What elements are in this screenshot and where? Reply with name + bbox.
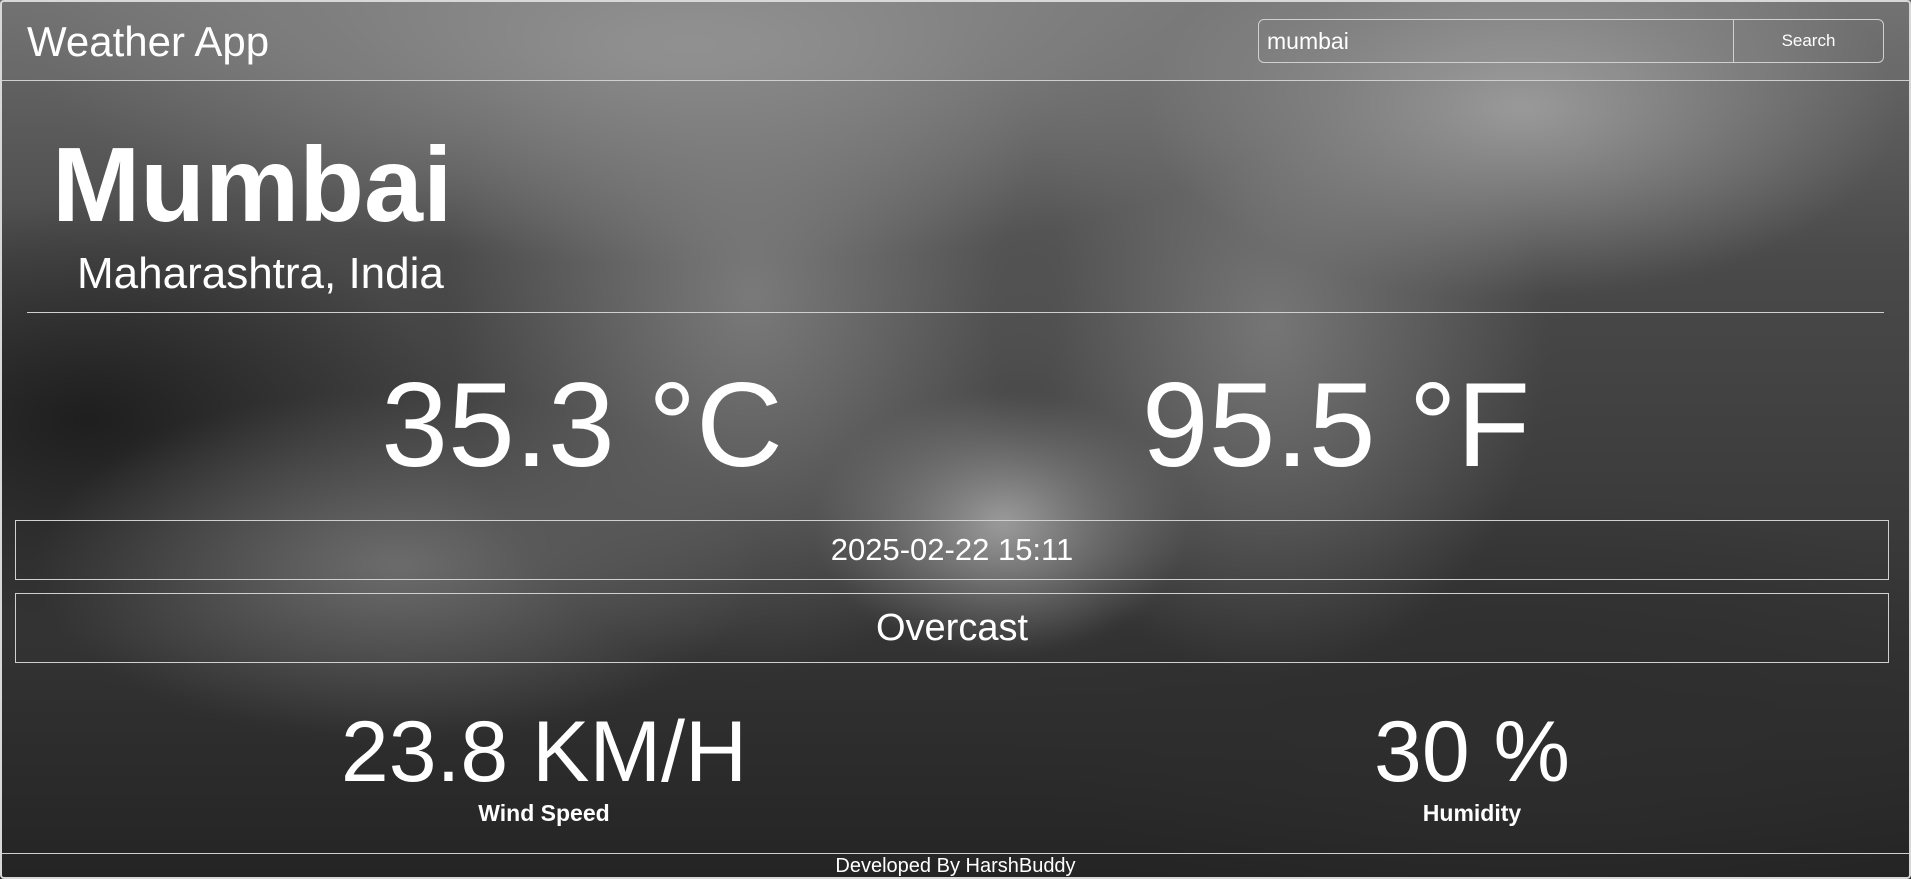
region-name: Maharashtra, India [77,249,444,298]
app-title: Weather App [27,18,270,65]
search-button[interactable]: Search [1734,20,1883,62]
app-header: Weather App Search [2,2,1909,81]
weather-condition: Overcast [15,593,1889,663]
temperature-celsius: 35.3 °C [381,358,783,492]
search-input[interactable] [1259,20,1734,62]
footer-credit: Developed By HarshBuddy [2,853,1909,878]
divider [27,312,1884,313]
local-datetime: 2025-02-22 15:11 [15,520,1889,580]
city-name: Mumbai [52,126,453,244]
wind-speed-stat: 23.8 KM/H Wind Speed [194,704,894,827]
humidity-label: Humidity [1422,800,1522,826]
humidity-stat: 30 % Humidity [1122,704,1822,827]
humidity-value: 30 % [1373,704,1571,800]
temperature-fahrenheit: 95.5 °F [1141,358,1531,492]
wind-speed-label: Wind Speed [478,800,610,826]
search-bar: Search [1258,19,1884,63]
wind-speed-value: 23.8 KM/H [340,704,748,800]
weather-app-page: Weather App Search Mumbai Maharashtra, I… [0,0,1911,879]
